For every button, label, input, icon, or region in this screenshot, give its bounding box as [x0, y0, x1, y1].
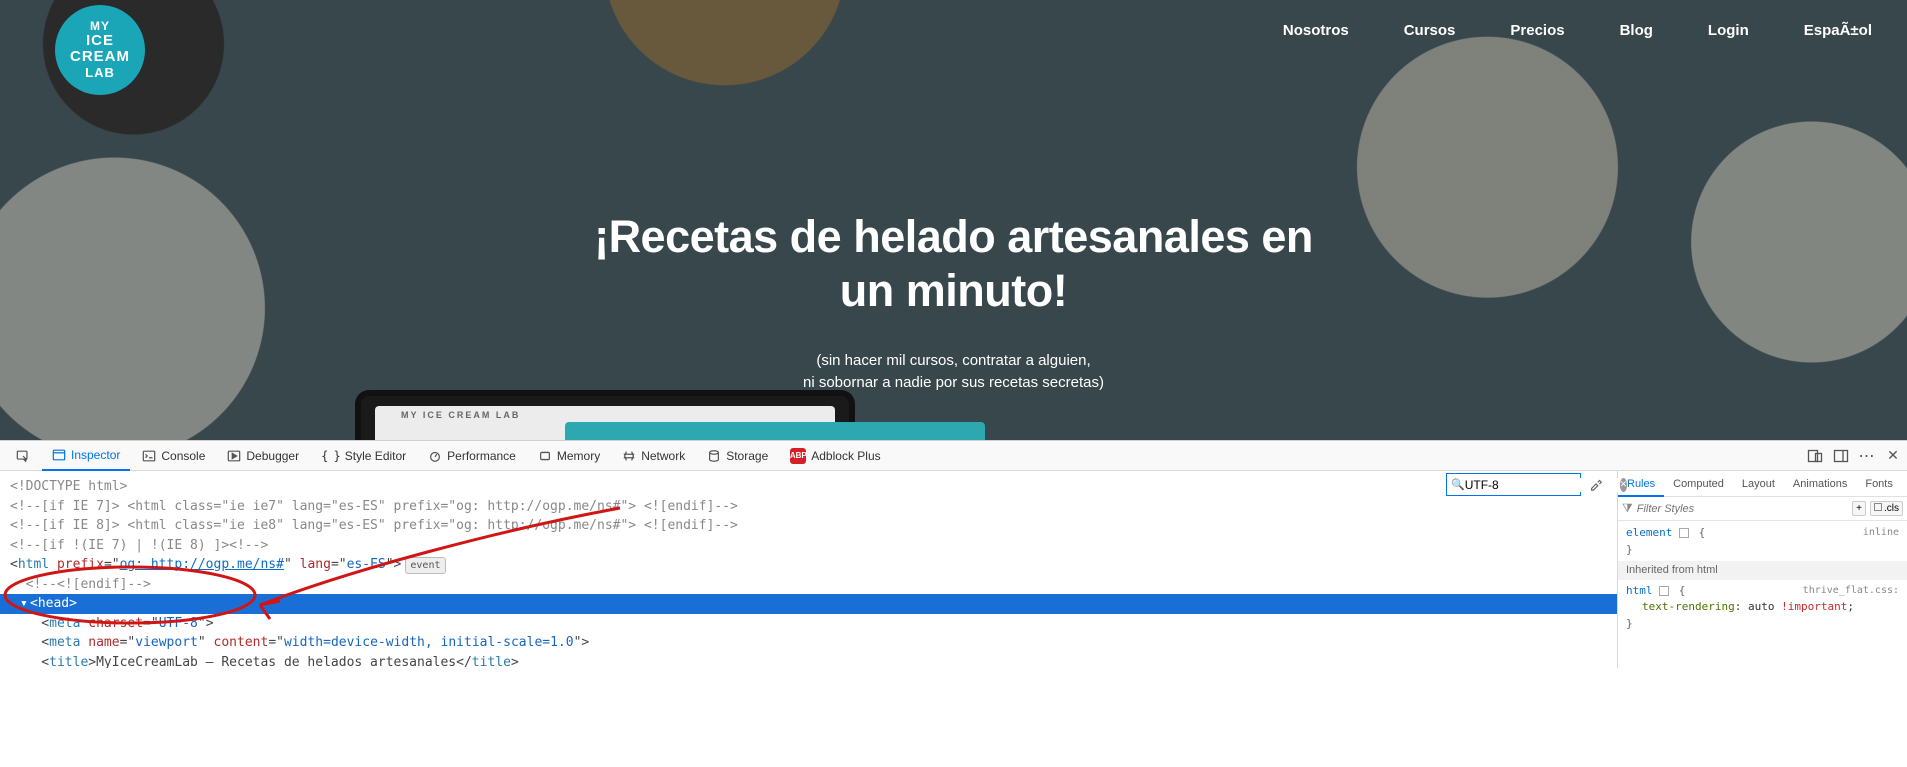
logo-line: ICE: [86, 33, 114, 50]
nav-language[interactable]: EspaÃ±ol: [1804, 22, 1872, 39]
logo-line: CREAM: [70, 49, 130, 66]
tab-label: Style Editor: [345, 449, 406, 463]
tab-label: Debugger: [246, 449, 299, 463]
hero-headline-l1: ¡Recetas de helado artesanales en: [0, 210, 1907, 264]
nav-cursos[interactable]: Cursos: [1404, 22, 1456, 39]
tab-storage[interactable]: Storage: [697, 441, 778, 471]
rule-source[interactable]: thrive_flat.css:: [1803, 583, 1899, 598]
hero-sub-l2: ni sobornar a nadie por sus recetas secr…: [0, 372, 1907, 394]
logo-line: LAB: [85, 66, 115, 80]
hero-headline-l2: un minuto!: [0, 264, 1907, 318]
tab-inspector[interactable]: Inspector: [42, 441, 130, 471]
code-line[interactable]: <!--<![endif]-->: [26, 577, 151, 592]
nav-precios[interactable]: Precios: [1510, 22, 1564, 39]
close-icon[interactable]: ✕: [1885, 448, 1901, 464]
tab-performance[interactable]: Performance: [418, 441, 526, 471]
cta-button-partial[interactable]: [565, 422, 985, 440]
tab-label: Network: [641, 449, 685, 463]
hero-subtext: (sin hacer mil cursos, contratar a algui…: [0, 350, 1907, 394]
tab-adblock-plus[interactable]: ABP Adblock Plus: [780, 441, 890, 471]
hero-sub-l1: (sin hacer mil cursos, contratar a algui…: [0, 350, 1907, 372]
filter-icon: ⧩: [1622, 501, 1633, 516]
devtools-panel: Inspector Console Debugger { } Style Edi…: [0, 440, 1907, 668]
rule-toggle-checkbox[interactable]: [1679, 528, 1689, 538]
logo-line: MY: [90, 20, 110, 33]
selected-node-head[interactable]: ▾<head>: [0, 594, 1617, 614]
responsive-mode-icon[interactable]: [1807, 448, 1823, 464]
tab-label: Adblock Plus: [811, 449, 880, 463]
rule-source[interactable]: inline: [1863, 525, 1899, 540]
nav-login[interactable]: Login: [1708, 22, 1749, 39]
event-pill[interactable]: event: [405, 557, 445, 574]
inspector-picker-icon[interactable]: [6, 441, 40, 471]
tab-memory[interactable]: Memory: [528, 441, 610, 471]
primary-nav: Nosotros Cursos Precios Blog Login EspaÃ…: [1283, 22, 1872, 39]
tab-label: Memory: [557, 449, 600, 463]
dock-side-icon[interactable]: [1833, 448, 1849, 464]
code-line[interactable]: <html prefix="og: http://ogp.me/ns#" lan…: [10, 555, 1607, 575]
nav-blog[interactable]: Blog: [1620, 22, 1653, 39]
abp-icon: ABP: [790, 448, 806, 464]
rules-body[interactable]: element {inline } Inherited from html ht…: [1618, 521, 1907, 636]
code-line[interactable]: <!--[if IE 8]> <html class="ie ie8" lang…: [10, 518, 738, 533]
code-line[interactable]: <title>MyIceCreamLab – Recetas de helado…: [10, 653, 1607, 669]
inherited-section: Inherited from html: [1618, 561, 1907, 580]
code-line[interactable]: <!--[if IE 7]> <html class="ie ie7" lang…: [10, 499, 738, 514]
code-line[interactable]: <!--[if !(IE 7) | !(IE 8) ]><!-->: [10, 538, 268, 553]
more-icon[interactable]: ⋯: [1859, 448, 1875, 464]
tab-label: Storage: [726, 449, 768, 463]
code-line[interactable]: <!DOCTYPE html>: [10, 479, 127, 494]
devtools-toolbar: Inspector Console Debugger { } Style Edi…: [0, 441, 1907, 471]
rule-toggle-checkbox[interactable]: [1659, 586, 1669, 596]
eyedropper-icon[interactable]: [1589, 477, 1603, 494]
tab-label: Performance: [447, 449, 516, 463]
rules-tab-layout[interactable]: Layout: [1733, 478, 1784, 490]
html-tree[interactable]: <!DOCTYPE html> <!--[if IE 7]> <html cla…: [0, 471, 1617, 668]
rules-pane: Rules Computed Layout Animations Fonts ⧩…: [1617, 471, 1907, 668]
toggle-classes-button[interactable]: .cls: [1870, 501, 1903, 516]
rules-tab-animations[interactable]: Animations: [1784, 478, 1856, 490]
site-logo[interactable]: MY ICE CREAM LAB: [55, 5, 145, 95]
rules-filter-bar: ⧩ + .cls: [1618, 497, 1907, 521]
tablet-brand: MY ICE CREAM LAB: [401, 410, 520, 420]
tab-style-editor[interactable]: { } Style Editor: [311, 441, 416, 471]
rules-filter-input[interactable]: [1637, 503, 1848, 515]
hero-headline: ¡Recetas de helado artesanales en un min…: [0, 210, 1907, 318]
nav-nosotros[interactable]: Nosotros: [1283, 22, 1349, 39]
devtools-body: <!DOCTYPE html> <!--[if IE 7]> <html cla…: [0, 471, 1907, 668]
add-rule-button[interactable]: +: [1852, 501, 1866, 516]
code-line[interactable]: <meta charset="UTF-8">: [10, 614, 1607, 634]
tab-debugger[interactable]: Debugger: [217, 441, 309, 471]
tab-label: Console: [161, 449, 205, 463]
website-hero: MY ICE CREAM LAB Nosotros Cursos Precios…: [0, 0, 1907, 440]
clear-icon[interactable]: ✕: [1620, 478, 1628, 492]
html-search-box[interactable]: 🔍 ✕: [1446, 473, 1581, 496]
tab-console[interactable]: Console: [132, 441, 215, 471]
code-line[interactable]: <meta name="viewport" content="width=dev…: [10, 633, 1607, 653]
rules-tab-computed[interactable]: Computed: [1664, 478, 1733, 490]
rules-tabs: Rules Computed Layout Animations Fonts: [1618, 471, 1907, 497]
search-icon: 🔍: [1451, 478, 1465, 491]
rules-tab-fonts[interactable]: Fonts: [1856, 478, 1902, 490]
tab-network[interactable]: Network: [612, 441, 695, 471]
tab-label: Inspector: [71, 448, 120, 462]
